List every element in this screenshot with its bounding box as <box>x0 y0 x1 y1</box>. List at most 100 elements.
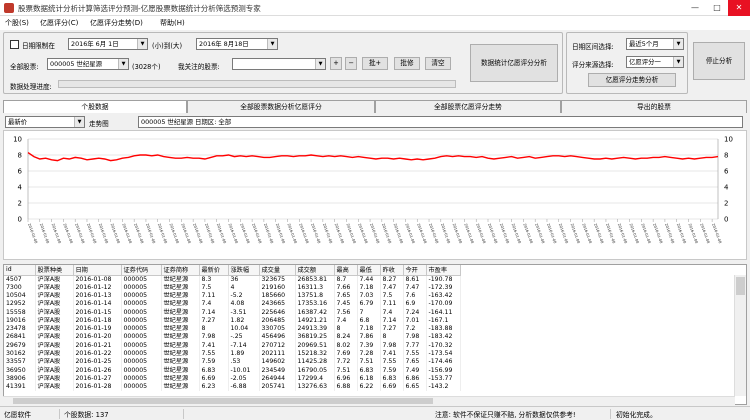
column-header[interactable]: id <box>4 265 36 276</box>
table-row[interactable]: 7300 沪深A股 2016-01-12 000005 世纪星源 7.5 4 219160 16… <box>4 283 461 292</box>
table-cell: 世纪星源 <box>161 341 200 350</box>
table-row[interactable]: 26841 沪深A股 2016-01-20 000005 世纪星源 7.98 -.25 456… <box>4 333 461 342</box>
stock-select[interactable]: 000005 世纪星源 ▼ <box>47 58 129 70</box>
vertical-scrollbar[interactable] <box>734 275 746 396</box>
table-cell: 8.61 <box>403 275 427 284</box>
table-row[interactable]: 23478 沪深A股 2016-01-19 000005 世纪星源 8 10.04 33070… <box>4 324 461 334</box>
batch-add-button[interactable]: 批+ <box>362 57 388 70</box>
column-header[interactable]: 涨跌幅 <box>228 265 260 276</box>
table-row[interactable]: 19016 沪深A股 2016-01-18 000005 世纪星源 7.27 1.82 206… <box>4 316 461 325</box>
tab-all-stocks-score[interactable]: 全部股票数据分析亿愿评分 <box>187 100 375 113</box>
table-cell: 8 <box>199 324 229 334</box>
table-cell: 7.55 <box>199 349 229 359</box>
table-cell: 7.45 <box>334 300 358 309</box>
scroll-thumb[interactable] <box>736 277 745 295</box>
x-tick-label: 2016-01-08 <box>570 223 581 245</box>
clear-button[interactable]: 清空 <box>425 57 451 70</box>
watch-select[interactable]: ▼ <box>232 58 326 70</box>
column-header[interactable]: 成交额 <box>295 265 335 276</box>
remove-watch-button[interactable]: − <box>345 57 357 70</box>
column-header[interactable]: 最高 <box>334 265 358 276</box>
menu-stock[interactable]: 个股(S) <box>5 18 29 28</box>
table-cell: 7.47 <box>380 283 404 292</box>
column-header[interactable]: 今开 <box>403 265 427 276</box>
table-cell: 沪深A股 <box>35 308 74 317</box>
date-limit-label: 日期限制在 <box>22 42 55 50</box>
column-header[interactable]: 股票种类 <box>35 265 74 276</box>
table-cell: 6.22 <box>357 383 381 392</box>
status-notice: 注意: 软件不保证只赚不赔, 分析数据仅供参考! <box>435 409 611 419</box>
table-cell: 13276.63 <box>295 383 335 392</box>
y-tick-label-right: 8 <box>724 152 728 160</box>
table-cell: 7.98 <box>199 333 229 342</box>
maximize-button[interactable]: □ <box>706 0 728 16</box>
table-cell: 沪深A股 <box>35 275 74 284</box>
table-cell: .53 <box>228 358 260 367</box>
column-header[interactable]: 市盈率 <box>426 265 461 276</box>
trend-analysis-button[interactable]: 亿愿评分走势分析 <box>588 73 676 87</box>
table-cell: 10.04 <box>228 324 260 334</box>
column-header[interactable]: 最新价 <box>199 265 229 276</box>
table-cell: 20969.51 <box>295 341 335 350</box>
table-cell: 7.49 <box>403 366 427 375</box>
x-tick-label: 2016-01-08 <box>511 223 522 245</box>
score-source-select[interactable]: 亿愿评分一 ▼ <box>626 56 684 68</box>
menu-score-trend[interactable]: 亿愿评分走势(D) <box>90 18 143 28</box>
tab-all-stocks-trend[interactable]: 全部股票亿愿评分走势 <box>375 100 561 113</box>
table-cell: 26841 <box>4 333 36 342</box>
table-cell: 219160 <box>259 283 296 292</box>
column-header[interactable]: 成交量 <box>259 265 296 276</box>
table-cell: 2016-01-20 <box>73 333 122 342</box>
column-header[interactable]: 昨收 <box>380 265 404 276</box>
horizontal-scrollbar[interactable] <box>3 396 735 405</box>
column-header[interactable]: 证券代码 <box>121 265 162 276</box>
column-header[interactable]: 日期 <box>73 265 122 276</box>
table-cell: -2.05 <box>228 374 260 384</box>
status-app: 亿愿软件 <box>4 409 60 419</box>
menu-score[interactable]: 亿愿评分(C) <box>40 18 78 28</box>
stop-button[interactable]: 停止分析 <box>693 42 745 80</box>
date-range-select[interactable]: 最近5个月 ▼ <box>626 38 684 50</box>
table-row[interactable]: 41391 沪深A股 2016-01-28 000005 世纪星源 6.23 -6.88 20… <box>4 383 461 392</box>
tab-stock-data[interactable]: 个股数据 <box>3 100 187 113</box>
add-watch-button[interactable]: + <box>330 57 342 70</box>
menu-help[interactable]: 帮助(H) <box>160 18 185 28</box>
table-row[interactable]: 15558 沪深A股 2016-01-15 000005 世纪星源 7.14 -3.51 22… <box>4 308 461 317</box>
hscroll-thumb[interactable] <box>13 398 433 404</box>
date-limit-checkbox[interactable] <box>10 40 19 49</box>
x-tick-label: 2016-01-08 <box>157 223 168 245</box>
analyze-button[interactable]: 数据统计亿愿评分分析 <box>470 44 558 82</box>
table-cell: 7.55 <box>380 358 404 367</box>
table-cell: 36819.25 <box>295 333 335 342</box>
table-cell: 7.03 <box>357 291 381 301</box>
table-cell: -3.51 <box>228 308 260 317</box>
table-row[interactable]: 29679 沪深A股 2016-01-21 000005 世纪星源 7.41 -7.14 27… <box>4 341 461 350</box>
date-from-picker[interactable]: 2016年 6月 1日 ▼ <box>68 38 148 50</box>
tab-exported-stocks[interactable]: 导出的股票 <box>561 100 747 113</box>
table-row[interactable]: 38906 沪深A股 2016-01-27 000005 世纪星源 6.69 -2.05 26… <box>4 374 461 384</box>
table-cell: 世纪星源 <box>161 291 200 301</box>
batch-edit-button[interactable]: 批修 <box>394 57 420 70</box>
x-tick-label: 2016-01-08 <box>98 223 109 245</box>
table-cell: 7.4 <box>334 316 358 325</box>
table-row[interactable]: 4507 沪深A股 2016-01-08 000005 世纪星源 8.3 36 323675 2… <box>4 275 461 284</box>
table-cell: 世纪星源 <box>161 275 200 284</box>
table-row[interactable]: 10504 沪深A股 2016-01-13 000005 世纪星源 7.11 -5.2 185… <box>4 291 461 301</box>
table-cell: 世纪星源 <box>161 308 200 317</box>
table-row[interactable]: 30162 沪深A股 2016-01-22 000005 世纪星源 7.55 1.89 202… <box>4 349 461 359</box>
x-tick-label: 2016-01-08 <box>522 223 533 245</box>
table-cell: 沪深A股 <box>35 341 74 350</box>
x-tick-label: 2016-01-08 <box>310 223 321 245</box>
table-row[interactable]: 12952 沪深A股 2016-01-14 000005 世纪星源 7.4 4.08 2436… <box>4 300 461 309</box>
table-cell: 7.47 <box>403 283 427 292</box>
metric-select[interactable]: 最新价 ▼ <box>5 116 85 128</box>
column-header[interactable]: 证券简称 <box>161 265 200 276</box>
close-button[interactable]: ✕ <box>728 0 750 16</box>
x-tick-label: 2016-01-08 <box>629 223 640 245</box>
table-row[interactable]: 33557 沪深A股 2016-01-25 000005 世纪星源 7.59.53 1496… <box>4 358 461 367</box>
table-row[interactable]: 36950 沪深A股 2016-01-26 000005 世纪星源 6.83 -10.01 2… <box>4 366 461 375</box>
minimize-button[interactable]: — <box>684 0 706 16</box>
table-cell: 7.14 <box>199 308 229 317</box>
date-to-picker[interactable]: 2016年 8月18日 ▼ <box>196 38 278 50</box>
column-header[interactable]: 最低 <box>357 265 381 276</box>
